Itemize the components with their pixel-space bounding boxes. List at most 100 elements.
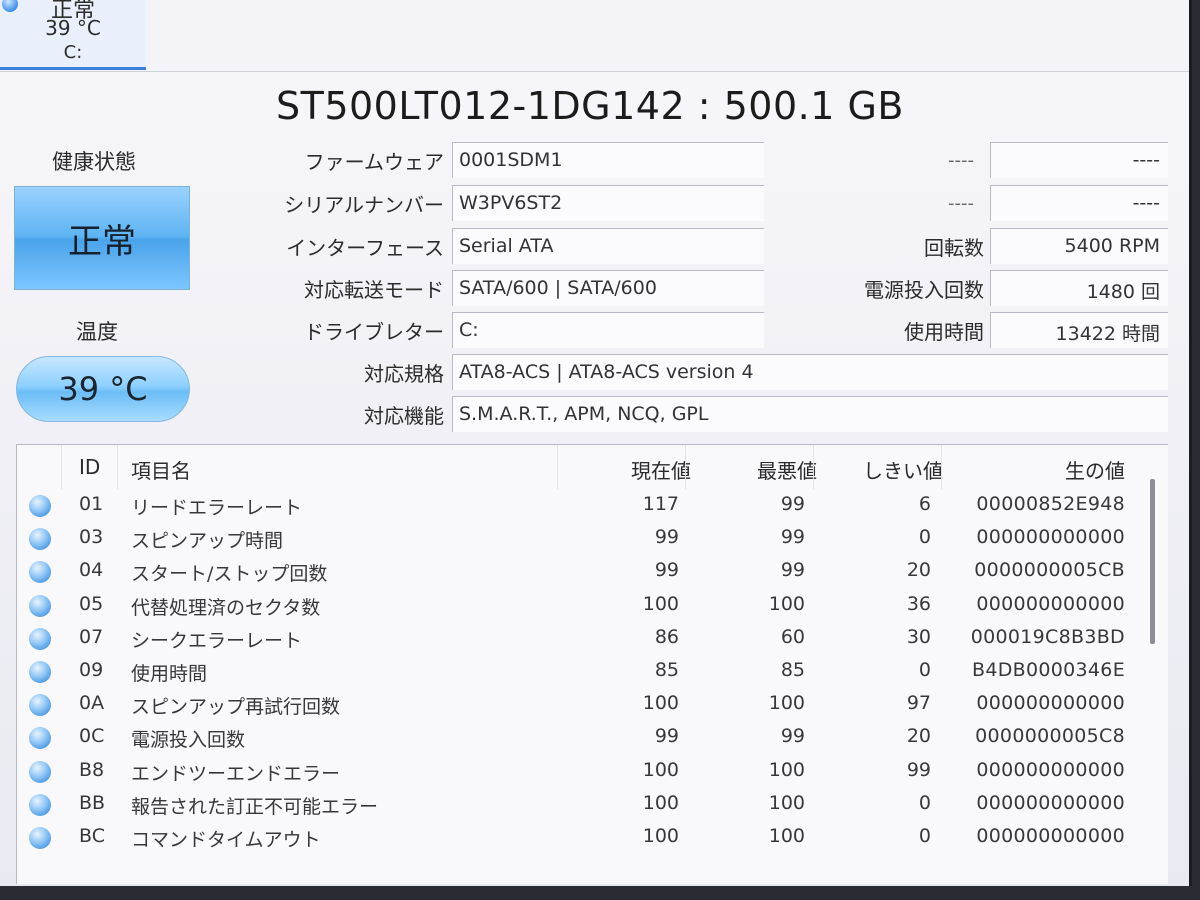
disk-tab-strip: 正常 39 °C C:	[0, 0, 1189, 72]
rotation-field: 5400 RPM	[990, 228, 1168, 264]
worst-value: 100	[768, 825, 805, 847]
crystaldiskinfo-window: 正常 39 °C C: ST500LT012-1DG142 : 500.1 GB…	[0, 0, 1192, 886]
raw-value: 000019C8B3BD	[970, 625, 1125, 648]
header-worst[interactable]: 最悪値	[757, 455, 817, 484]
table-scrollbar[interactable]	[1150, 479, 1155, 644]
table-row[interactable]: 05 代替処理済のセクタ数 100 100 36 000000000000	[17, 589, 1157, 622]
threshold-value: 0	[918, 791, 931, 814]
column-separator	[941, 445, 942, 489]
table-row[interactable]: 07 シークエラーレート 86 60 30 000019C8B3BD	[17, 622, 1157, 655]
disk-tab-temp: 39 °C	[45, 16, 101, 40]
header-name[interactable]: 項目名	[131, 455, 191, 484]
threshold-value: 20	[906, 725, 931, 748]
header-current[interactable]: 現在値	[631, 455, 691, 484]
attribute-name: コマンドタイムアウト	[131, 829, 321, 851]
health-status-button[interactable]: 正常	[14, 186, 190, 290]
threshold-value: 97	[906, 692, 931, 715]
smart-attribute-table[interactable]: ID 項目名 現在値 最悪値 しきい値 生の値 01 リードエラーレート 117 99…	[16, 444, 1168, 884]
status-dot-icon	[29, 694, 51, 717]
raw-value: 000000000000	[976, 791, 1125, 814]
threshold-value: 0	[918, 526, 931, 549]
table-row[interactable]: 0A スピンアップ再試行回数 100 100 97 000000000000	[17, 688, 1157, 721]
worst-value: 99	[780, 559, 805, 582]
status-dot-icon	[29, 760, 51, 783]
threshold-value: 99	[906, 758, 931, 781]
disk-tab-c[interactable]: 正常 39 °C C:	[0, 0, 146, 70]
table-row[interactable]: 0C 電源投入回数 99 99 20 0000000005C8	[17, 721, 1157, 754]
column-separator	[813, 445, 814, 489]
status-dot-icon	[29, 561, 51, 584]
header-id[interactable]: ID	[79, 455, 100, 479]
attribute-name: スピンアップ時間	[131, 530, 284, 553]
status-dot-icon	[29, 528, 51, 551]
attribute-id: B8	[79, 758, 105, 781]
firmware-label: ファームウェア	[304, 150, 444, 174]
standard-label: 対応規格	[364, 362, 444, 386]
table-row[interactable]: B8 エンドツーエンドエラー 100 100 99 000000000000	[17, 755, 1157, 788]
table-row[interactable]: 09 使用時間 85 85 0 B4DB0000346E	[17, 655, 1157, 688]
column-separator	[557, 445, 558, 489]
table-row[interactable]: BC コマンドタイムアウト 100 100 0 000000000000	[17, 821, 1157, 854]
worst-value: 100	[768, 692, 805, 715]
serial-field: W3PV6ST2	[452, 185, 764, 221]
table-row[interactable]: 04 スタート/ストップ回数 99 99 20 0000000005CB	[17, 555, 1157, 588]
attribute-id: BC	[79, 825, 105, 847]
attribute-name: スピンアップ再試行回数	[131, 696, 341, 719]
attribute-name: エンドツーエンドエラー	[131, 762, 341, 785]
header-threshold[interactable]: しきい値	[863, 455, 943, 484]
features-label: 対応機能	[364, 404, 444, 428]
raw-value: 0000000005CB	[974, 559, 1125, 582]
current-value: 100	[642, 758, 679, 781]
power-on-count-label: 電源投入回数	[864, 278, 984, 302]
attribute-name: 報告された訂正不可能エラー	[131, 795, 379, 818]
power-on-count-field: 1480 回	[990, 270, 1168, 306]
temperature-label: 温度	[76, 320, 118, 344]
column-separator	[685, 445, 686, 489]
status-dot-icon	[29, 661, 51, 683]
current-value: 100	[642, 791, 679, 814]
column-separator	[61, 445, 62, 489]
attribute-name: リードエラーレート	[131, 497, 303, 519]
features-field: S.M.A.R.T., APM, NCQ, GPL	[452, 396, 1168, 432]
attribute-name: 使用時間	[131, 663, 208, 685]
attribute-id: 07	[79, 625, 104, 648]
disk-tab-drive: C:	[63, 42, 83, 63]
temperature-button[interactable]: 39 °C	[16, 356, 190, 422]
worst-value: 60	[780, 625, 805, 648]
current-value: 100	[642, 592, 679, 615]
worst-value: 100	[768, 758, 805, 781]
drive-letter-label: ドライブレター	[304, 320, 444, 344]
current-value: 100	[642, 692, 679, 715]
health-label: 健康状態	[52, 150, 136, 174]
disk-title: ST500LT012-1DG142 : 500.1 GB	[275, 84, 904, 128]
current-value: 86	[654, 625, 679, 648]
threshold-value: 30	[906, 625, 931, 648]
raw-value: 000000000000	[976, 692, 1125, 715]
worst-value: 99	[780, 493, 805, 515]
threshold-value: 6	[918, 493, 931, 515]
raw-value: 0000000005C8	[975, 725, 1125, 748]
transfer-mode-field: SATA/600 | SATA/600	[452, 270, 764, 306]
interface-field: Serial ATA	[452, 228, 764, 264]
table-row[interactable]: 01 リードエラーレート 117 99 6 00000852E948	[17, 489, 1157, 522]
raw-value: 000000000000	[976, 758, 1125, 781]
transfer-mode-label: 対応転送モード	[304, 278, 444, 302]
table-row[interactable]: BB 報告された訂正不可能エラー 100 100 0 000000000000	[17, 788, 1157, 821]
current-value: 99	[654, 725, 679, 748]
current-value: 100	[642, 825, 679, 847]
status-dot-icon	[29, 727, 51, 750]
worst-value: 85	[780, 659, 805, 681]
current-value: 99	[654, 526, 679, 549]
attribute-name: 代替処理済のセクタ数	[131, 596, 321, 619]
column-separator	[117, 445, 118, 489]
unknown-label-1: ----	[948, 150, 974, 171]
unknown-label-2: ----	[948, 193, 974, 214]
attribute-id: 05	[79, 592, 104, 615]
header-raw[interactable]: 生の値	[1065, 455, 1125, 484]
threshold-value: 0	[918, 659, 931, 681]
status-dot-icon	[29, 827, 51, 849]
attribute-id: 01	[79, 493, 104, 515]
serial-label: シリアルナンバー	[284, 193, 444, 217]
table-row[interactable]: 03 スピンアップ時間 99 99 0 000000000000	[17, 522, 1157, 555]
threshold-value: 36	[906, 592, 931, 615]
